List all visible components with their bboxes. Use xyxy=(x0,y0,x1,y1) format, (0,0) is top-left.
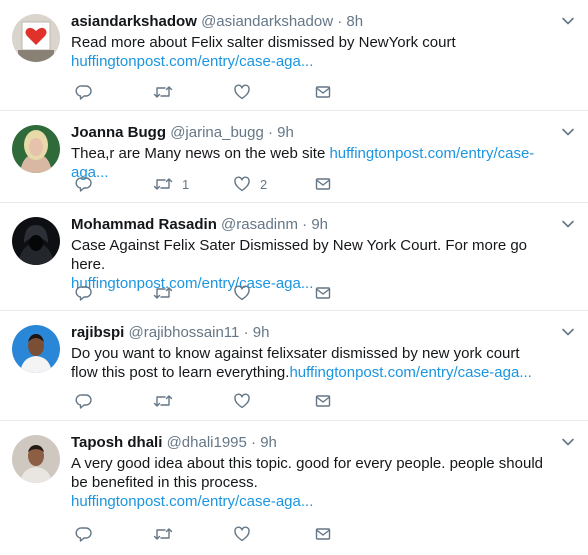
reply-icon xyxy=(75,177,92,192)
tweet-text: Read more about Felix salter dismissed b… xyxy=(71,33,548,71)
tweet-actions xyxy=(71,391,341,411)
avatar[interactable] xyxy=(12,435,60,483)
retweet-button[interactable] xyxy=(153,524,182,544)
tweet-link[interactable]: huffingtonpost.com/entry/case-aga... xyxy=(289,364,531,381)
retweet-icon xyxy=(153,178,173,190)
avatar[interactable] xyxy=(12,125,60,173)
tweet-text-content: A very good idea about this topic. good … xyxy=(71,455,543,491)
envelope-icon xyxy=(315,395,331,407)
separator-dot: · xyxy=(302,216,308,233)
like-button[interactable] xyxy=(233,283,260,303)
retweet-icon xyxy=(153,86,173,98)
user-handle[interactable]: @rajibhossain11 xyxy=(129,324,240,341)
reply-button[interactable] xyxy=(75,174,93,194)
chevron-down-icon[interactable] xyxy=(560,434,576,450)
retweet-button[interactable] xyxy=(153,82,182,102)
tweet-feed: asiandarkshadow @asiandarkshadow · 8h Re… xyxy=(0,0,588,555)
like-button[interactable] xyxy=(233,524,260,544)
heart-icon xyxy=(234,285,250,301)
display-name[interactable]: Joanna Bugg xyxy=(71,124,166,141)
direct-message-button[interactable] xyxy=(314,391,332,411)
chevron-down-icon[interactable] xyxy=(560,216,576,232)
tweet-text-content: Read more about Felix salter dismissed b… xyxy=(71,34,456,51)
reply-button[interactable] xyxy=(75,82,93,102)
display-name[interactable]: asiandarkshadow xyxy=(71,13,197,30)
tweet-text-content: Case Against Felix Sater Dismissed by Ne… xyxy=(71,237,528,273)
tweet-text-content: Thea,r are Many news on the web site xyxy=(71,145,330,162)
tweet-actions xyxy=(71,283,341,303)
like-button[interactable] xyxy=(233,82,260,102)
timestamp[interactable]: 8h xyxy=(346,13,363,30)
direct-message-button[interactable] xyxy=(314,524,332,544)
tweet-text: Do you want to know against felixsater d… xyxy=(71,344,548,382)
like-button[interactable]: 2 xyxy=(233,174,267,194)
timestamp[interactable]: 9h xyxy=(253,324,270,341)
separator-dot: · xyxy=(268,124,273,141)
retweet-count: 1 xyxy=(182,176,190,192)
direct-message-button[interactable] xyxy=(314,283,332,303)
reply-button[interactable] xyxy=(75,524,93,544)
heart-icon xyxy=(234,393,250,409)
timestamp[interactable]: 9h xyxy=(260,434,277,451)
tweet-actions: 1 2 xyxy=(71,174,341,194)
tweet-actions xyxy=(71,524,341,544)
direct-message-button[interactable] xyxy=(314,174,332,194)
user-handle[interactable]: @dhali1995 xyxy=(167,434,247,451)
separator-dot: · xyxy=(337,13,343,30)
tweet-link[interactable]: huffingtonpost.com/entry/case-aga... xyxy=(71,493,313,510)
retweet-icon xyxy=(153,287,173,299)
direct-message-button[interactable] xyxy=(314,82,332,102)
reply-icon xyxy=(75,85,92,100)
reply-icon xyxy=(75,527,92,542)
display-name[interactable]: Mohammad Rasadin xyxy=(71,216,217,233)
envelope-icon xyxy=(315,86,331,98)
envelope-icon xyxy=(315,528,331,540)
tweet-actions xyxy=(71,82,341,102)
avatar[interactable] xyxy=(12,217,60,265)
tweet[interactable]: Mohammad Rasadin @rasadinm · 9h Case Aga… xyxy=(0,203,588,311)
user-handle[interactable]: @asiandarkshadow xyxy=(201,13,333,30)
user-handle[interactable]: @jarina_bugg xyxy=(170,124,264,141)
timestamp[interactable]: 9h xyxy=(277,124,294,141)
retweet-icon xyxy=(153,528,173,540)
envelope-icon xyxy=(315,178,331,190)
chevron-down-icon[interactable] xyxy=(560,324,576,340)
tweet-text: A very good idea about this topic. good … xyxy=(71,454,548,511)
tweet-link[interactable]: huffingtonpost.com/entry/case-aga... xyxy=(71,53,313,70)
like-button[interactable] xyxy=(233,391,260,411)
display-name[interactable]: Taposh dhali xyxy=(71,434,162,451)
avatar[interactable] xyxy=(12,14,60,62)
reply-icon xyxy=(75,286,92,301)
chevron-down-icon[interactable] xyxy=(560,124,576,140)
tweet[interactable]: Joanna Bugg @jarina_bugg · 9h Thea,r are… xyxy=(0,111,588,203)
envelope-icon xyxy=(315,287,331,299)
retweet-button[interactable] xyxy=(153,283,182,303)
avatar[interactable] xyxy=(12,325,60,373)
heart-icon xyxy=(234,526,250,542)
chevron-down-icon[interactable] xyxy=(560,13,576,29)
reply-button[interactable] xyxy=(75,283,93,303)
separator-dot: · xyxy=(243,324,249,341)
retweet-button[interactable] xyxy=(153,391,182,411)
like-count: 2 xyxy=(260,176,268,192)
heart-icon xyxy=(234,84,250,100)
retweet-icon xyxy=(153,395,173,407)
display-name[interactable]: rajibspi xyxy=(71,324,124,341)
tweet[interactable]: rajibspi @rajibhossain11 · 9h Do you wan… xyxy=(0,311,588,421)
timestamp[interactable]: 9h xyxy=(311,216,328,233)
tweet[interactable]: Taposh dhali @dhali1995 · 9h A very good… xyxy=(0,421,588,555)
separator-dot: · xyxy=(251,434,257,451)
tweet[interactable]: asiandarkshadow @asiandarkshadow · 8h Re… xyxy=(0,0,588,111)
retweet-button[interactable]: 1 xyxy=(153,174,189,194)
heart-icon xyxy=(234,176,250,192)
reply-button[interactable] xyxy=(75,391,93,411)
reply-icon xyxy=(75,394,92,409)
user-handle[interactable]: @rasadinm xyxy=(221,216,298,233)
